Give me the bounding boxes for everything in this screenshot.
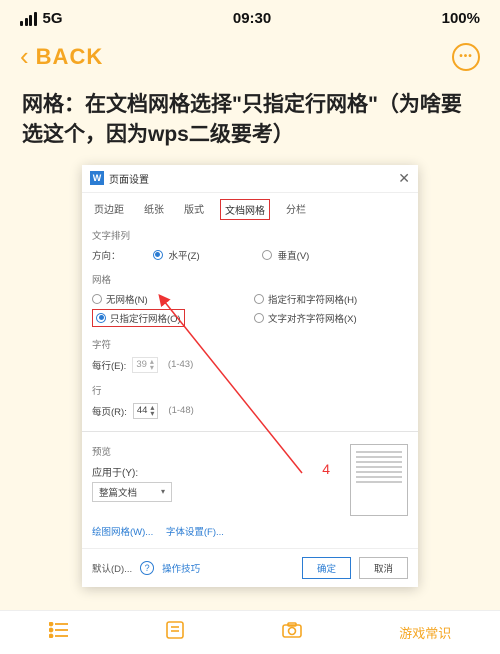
back-button[interactable]: ‹ BACK	[20, 41, 103, 72]
direction-label: 方向：	[92, 248, 121, 262]
back-label: BACK	[36, 44, 104, 70]
help-icon[interactable]: ?	[140, 561, 154, 575]
more-button[interactable]: •••	[452, 43, 480, 71]
default-button[interactable]: 默认(D)...	[92, 561, 132, 575]
appbar-tab-knowledge[interactable]: 游戏常识	[399, 623, 451, 642]
draw-grid-link[interactable]: 绘图网格(W)...	[92, 527, 153, 538]
divider	[82, 431, 418, 432]
ok-button[interactable]: 确定	[302, 557, 351, 579]
camera-icon[interactable]	[282, 622, 302, 643]
grid-label: 网格	[92, 272, 408, 286]
chars-label: 字符	[92, 337, 408, 351]
chars-per-row-spinner[interactable]: 39▴▾	[132, 357, 158, 373]
app-icon: W	[90, 171, 104, 185]
tab-columns[interactable]: 分栏	[282, 199, 310, 220]
vertical-label: 垂直(V)	[278, 248, 310, 262]
opt-no-grid[interactable]: 无网格(N)	[92, 292, 246, 306]
radio-horizontal[interactable]	[153, 250, 163, 260]
chars-range: (1-43)	[168, 359, 193, 370]
rows-range: (1-48)	[168, 405, 193, 416]
close-icon[interactable]: ✕	[398, 170, 410, 187]
tab-layout[interactable]: 版式	[180, 199, 208, 220]
dialog-title: 页面设置	[109, 171, 149, 186]
note-icon[interactable]	[166, 621, 184, 644]
network-label: 5G	[43, 10, 63, 27]
grid-section: 网格 无网格(N) 指定行和字符网格(H) 只指定行网格(O) 文字对齐字符网格…	[82, 268, 418, 333]
horizontal-label: 水平(Z)	[169, 248, 200, 262]
text-direction-label: 文字排列	[92, 228, 408, 242]
opt-row-only-grid[interactable]: 只指定行网格(O)	[92, 309, 246, 327]
tips-link[interactable]: 操作技巧	[162, 561, 200, 575]
chars-section: 字符 每行(E): 39▴▾ (1-43)	[82, 333, 418, 379]
font-settings-link[interactable]: 字体设置(F)...	[166, 527, 224, 538]
cancel-button[interactable]: 取消	[359, 557, 408, 579]
preview-label: 预览	[92, 444, 340, 458]
status-left: 5G	[20, 10, 63, 27]
apply-to-label: 应用于(Y):	[92, 464, 340, 479]
tab-margins[interactable]: 页边距	[90, 199, 128, 220]
status-time: 09:30	[233, 10, 271, 27]
page-setup-dialog: W 页面设置 ✕ 页边距 纸张 版式 文档网格 分栏 文字排列 方向： 水平(Z…	[82, 165, 418, 587]
rows-section: 行 每页(R): 44▴▾ (1-48)	[82, 379, 418, 425]
tab-doc-grid[interactable]: 文档网格	[220, 199, 270, 220]
nav-bar: ‹ BACK •••	[0, 37, 500, 84]
text-direction-section: 文字排列 方向： 水平(Z) 垂直(V)	[82, 224, 418, 268]
signal-icon	[20, 12, 37, 26]
tab-paper[interactable]: 纸张	[140, 199, 168, 220]
status-battery: 100%	[442, 10, 480, 27]
radio-vertical[interactable]	[262, 250, 272, 260]
per-page-label: 每页(R):	[92, 404, 127, 418]
rows-per-page-spinner[interactable]: 44▴▾	[133, 403, 159, 419]
dialog-tabs: 页边距 纸张 版式 文档网格 分栏	[82, 193, 418, 224]
preview-section: 预览 应用于(Y): 整篇文档 绘图网格(W)... 字体设置(F)... 4	[82, 438, 418, 548]
rows-label: 行	[92, 383, 408, 397]
bottom-app-bar: 游戏常识	[0, 610, 500, 654]
dialog-title-bar: W 页面设置 ✕	[82, 165, 418, 193]
annotation-number: 4	[322, 461, 330, 477]
preview-thumbnail	[350, 444, 408, 516]
instruction-text: 网格：在文档网格选择"只指定行网格"（为啥要选这个，因为wps二级要考）	[0, 84, 500, 165]
opt-row-char-grid[interactable]: 指定行和字符网格(H)	[254, 292, 408, 306]
dialog-bottom-bar: 默认(D)... ? 操作技巧 确定 取消	[82, 548, 418, 587]
list-icon[interactable]	[49, 622, 69, 643]
per-row-label: 每行(E):	[92, 358, 126, 372]
opt-align-char-grid[interactable]: 文字对齐字符网格(X)	[254, 309, 408, 327]
apply-to-select[interactable]: 整篇文档	[92, 482, 172, 502]
status-bar: 5G 09:30 100%	[0, 0, 500, 37]
back-arrow-icon: ‹	[20, 41, 30, 72]
extra-links: 绘图网格(W)... 字体设置(F)...	[92, 524, 340, 538]
